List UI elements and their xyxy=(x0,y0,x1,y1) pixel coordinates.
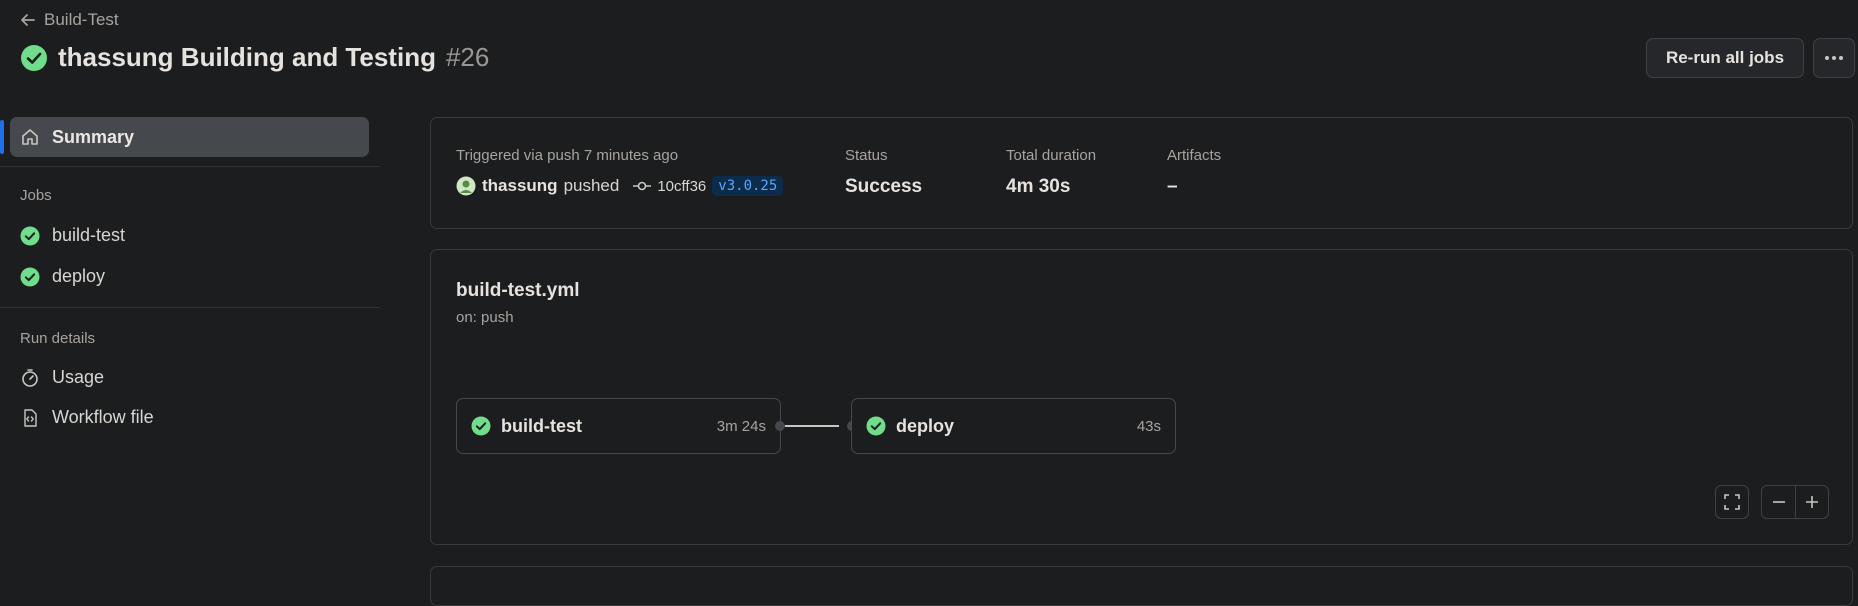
stopwatch-icon xyxy=(20,368,40,388)
sidebar-divider xyxy=(0,166,380,167)
annotations-card xyxy=(430,566,1853,606)
sidebar-item-summary[interactable]: Summary xyxy=(10,117,369,157)
job-duration: 43s xyxy=(1136,417,1161,435)
success-check-icon xyxy=(20,226,40,246)
status-label: Status xyxy=(845,147,888,164)
job-connector-line xyxy=(785,425,839,427)
job-duration: 3m 24s xyxy=(716,417,766,435)
sidebar-divider xyxy=(0,307,380,308)
artifacts-label: Artifacts xyxy=(1167,147,1222,164)
more-options-button[interactable] xyxy=(1813,38,1855,78)
job-deploy[interactable]: deploy 43s xyxy=(851,398,1176,454)
success-check-icon xyxy=(20,44,48,72)
artifacts-value: – xyxy=(1167,176,1178,197)
job-name: deploy xyxy=(896,415,955,436)
trigger-details: thassung pushed 10cff36 v3.0.25 xyxy=(456,176,784,196)
zoom-out-button[interactable] xyxy=(1762,486,1796,518)
commit-link[interactable]: 10cff36 xyxy=(657,178,706,195)
workflow-trigger: on: push xyxy=(456,309,514,326)
job-name: build-test xyxy=(501,415,582,436)
run-summary-card: Triggered via push 7 minutes ago thassun… xyxy=(430,117,1853,229)
jobs-heading: Jobs xyxy=(20,187,52,204)
actor-link[interactable]: thassung xyxy=(482,176,558,196)
arrow-left-icon xyxy=(20,12,36,28)
success-check-icon xyxy=(866,416,886,436)
rerun-all-jobs-button[interactable]: Re-run all jobs xyxy=(1646,38,1804,78)
home-icon xyxy=(20,127,40,147)
trigger-label: Triggered via push 7 minutes ago xyxy=(456,147,679,164)
page-title: thassung Building and Testing xyxy=(58,42,436,72)
back-link-label: Build-Test xyxy=(44,10,119,29)
job-build-test[interactable]: build-test 3m 24s xyxy=(456,398,781,454)
workflow-file-name[interactable]: build-test.yml xyxy=(456,280,580,302)
avatar[interactable] xyxy=(456,176,476,196)
sidebar-item-build-test[interactable]: build-test xyxy=(20,225,125,246)
sidebar-item-usage[interactable]: Usage xyxy=(20,367,104,388)
sidebar-item-label: Summary xyxy=(52,126,135,147)
success-check-icon xyxy=(471,416,491,436)
run-number: #26 xyxy=(445,42,490,72)
sidebar-item-label: Usage xyxy=(52,367,105,387)
file-code-icon xyxy=(20,408,40,428)
status-value: Success xyxy=(845,176,923,197)
zoom-controls xyxy=(1761,485,1829,519)
duration-value: 4m 30s xyxy=(1006,176,1071,197)
fullscreen-button[interactable] xyxy=(1715,485,1749,519)
sidebar-item-deploy[interactable]: deploy xyxy=(20,266,105,287)
sidebar-item-label: Workflow file xyxy=(52,407,154,427)
zoom-in-button[interactable] xyxy=(1796,486,1828,518)
tag-badge[interactable]: v3.0.25 xyxy=(712,176,784,196)
minus-icon xyxy=(1772,501,1785,503)
plus-icon xyxy=(1806,496,1818,508)
sidebar-item-label: deploy xyxy=(52,266,106,286)
kebab-horizontal-icon xyxy=(1824,55,1844,61)
sidebar-item-workflow-file[interactable]: Workflow file xyxy=(20,407,154,428)
sidebar-item-label: build-test xyxy=(52,225,126,245)
active-indicator xyxy=(0,120,4,154)
back-link[interactable]: Build-Test xyxy=(20,10,119,30)
success-check-icon xyxy=(20,267,40,287)
job-connector-node xyxy=(775,421,785,431)
action-text: pushed xyxy=(563,176,620,195)
run-details-heading: Run details xyxy=(20,330,96,347)
fullscreen-icon xyxy=(1724,494,1740,510)
git-commit-icon xyxy=(633,180,652,192)
run-title: thassung Building and Testing #26 xyxy=(20,42,489,73)
duration-label: Total duration xyxy=(1006,147,1097,164)
workflow-graph-card: build-test.yml on: push build-test 3m 24… xyxy=(430,249,1853,545)
